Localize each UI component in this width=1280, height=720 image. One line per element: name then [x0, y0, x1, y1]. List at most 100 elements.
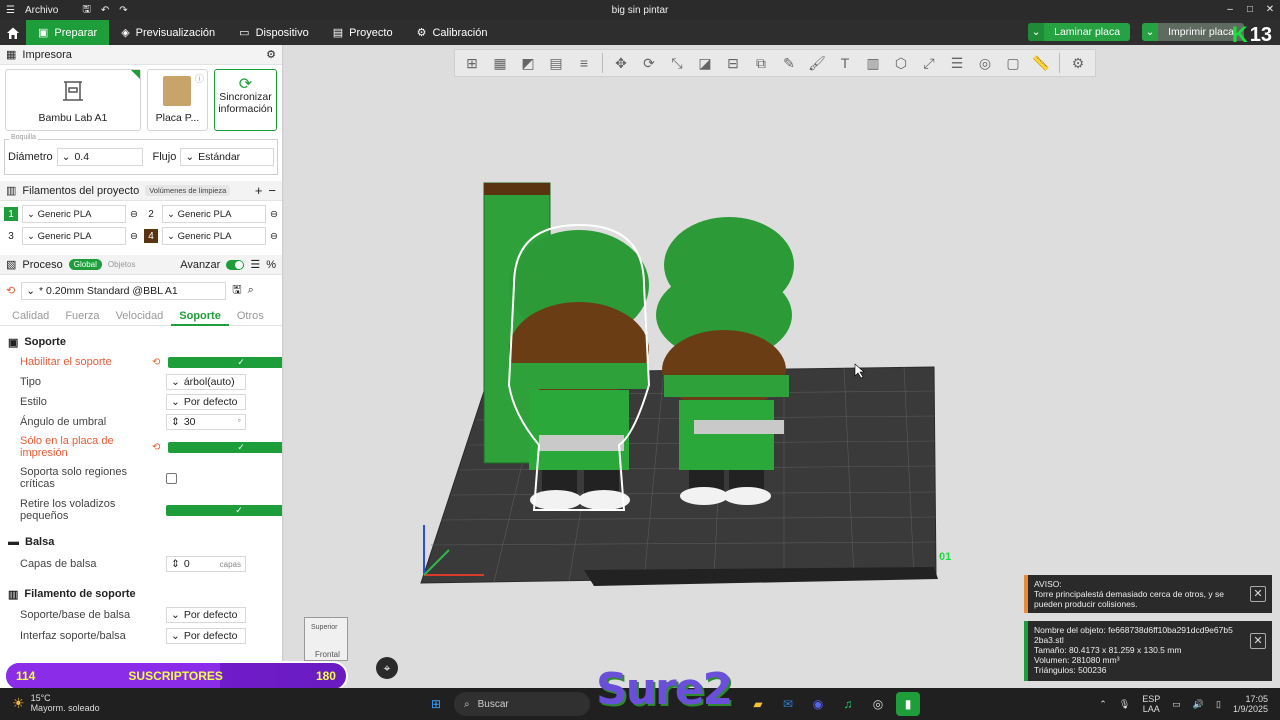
reset-icon[interactable]: ⟲ [152, 357, 164, 368]
window-title: big sin pintar [611, 4, 669, 16]
advanced-switch[interactable] [226, 259, 245, 270]
outlook-icon[interactable]: ✉ [776, 692, 800, 716]
figure-selected[interactable] [507, 223, 651, 511]
chevron-down-icon[interactable]: ⌄ [1142, 23, 1159, 41]
chevron-down-icon: ⌄ [61, 151, 71, 163]
3d-viewport[interactable]: ⊞ ▦ ◩ ▤ ≡ ✥ ⟳ ⤡ ◪ ⊟ ⧉ ✎ 🖌 T ▥ ⬡ ⤢ ☰ ◎ ▢ … [284, 45, 1280, 688]
tab-dispositivo[interactable]: ▭ Dispositivo [227, 20, 321, 45]
save-icon[interactable]: 🖫 [82, 2, 91, 19]
tab-proyecto[interactable]: ▤ Proyecto [321, 20, 405, 45]
support-group-header: ▣ Soporte [8, 336, 66, 349]
print-plate-button[interactable]: ⌄ Imprimir placa [1142, 23, 1244, 41]
maximize-icon[interactable]: □ [1240, 0, 1260, 20]
support-base-row: Soporte/base de balsa ⌄ Por defecto [0, 604, 282, 626]
save-profile-icon[interactable]: 🖫 [232, 281, 241, 300]
chevron-down-icon[interactable]: ⌄ [1028, 23, 1045, 41]
add-filament-icon[interactable]: + [255, 183, 263, 198]
filament-select[interactable]: ⌄ Generic PLA [162, 205, 267, 223]
filament-slot-4[interactable]: 4 ⌄ Generic PLA ⊖ [144, 227, 278, 245]
bambu-studio-icon[interactable]: ▮ [896, 692, 920, 716]
weather-widget[interactable]: ☀ 15°C Mayorm. soleado [12, 693, 100, 713]
filament-settings-icon[interactable]: ⊖ [270, 231, 278, 242]
network-icon[interactable]: ▭ [1172, 699, 1181, 709]
remove-overhangs-checkbox[interactable]: ✓ [166, 504, 282, 516]
plate-type-card[interactable]: ⓘ Placa P... [146, 69, 208, 131]
subscribers-label: SUSCRIPTORES [128, 669, 223, 683]
tab-preparar[interactable]: ▣ Preparar [26, 20, 110, 45]
nozzle-group-label: Boquilla [9, 134, 38, 141]
purge-volumes-button[interactable]: Volúmenes de limpieza [145, 185, 231, 196]
view-cube[interactable]: Superior Frontal [304, 617, 348, 661]
raft-layers-stepper[interactable]: ⇕ 0 capas [166, 556, 246, 572]
filament-settings-icon[interactable]: ⊖ [130, 209, 138, 220]
support-style-select[interactable]: ⌄ Por defecto [166, 394, 246, 410]
remove-filament-icon[interactable]: − [268, 183, 276, 198]
obs-icon[interactable]: ◎ [866, 692, 890, 716]
chevron-up-icon[interactable]: ⌃ [1099, 699, 1107, 709]
discord-icon[interactable]: ◉ [806, 692, 830, 716]
support-interface-select[interactable]: ⌄ Por defecto [166, 628, 246, 644]
search-icon[interactable]: ⌕ [248, 284, 254, 297]
volume-icon[interactable]: 🔊 [1193, 699, 1204, 709]
support-base-select[interactable]: ⌄ Por defecto [166, 607, 246, 623]
critical-regions-checkbox[interactable] [166, 472, 177, 484]
flow-select[interactable]: ⌄ Estándar [180, 148, 274, 166]
clock[interactable]: 17:05 1/9/2025 [1233, 694, 1268, 714]
close-icon[interactable]: ✕ [1260, 0, 1280, 20]
spotify-icon[interactable]: ♫ [836, 692, 860, 716]
on-buildplate-checkbox[interactable]: ✓ [168, 441, 282, 453]
filament-settings-icon[interactable]: ⊖ [130, 231, 138, 242]
printer-model-card[interactable]: Bambu Lab A1 [5, 69, 141, 131]
hamburger-menu-icon[interactable]: ☰ [6, 5, 15, 16]
filament-icon: ▥ [6, 185, 17, 197]
filament-number: 1 [4, 207, 18, 221]
reset-profile-icon[interactable]: ⟲ [6, 284, 15, 297]
tab-velocidad[interactable]: Velocidad [108, 306, 172, 326]
close-info-icon[interactable]: ✕ [1250, 633, 1266, 649]
filament-settings-icon[interactable]: ⊖ [270, 209, 278, 220]
tab-calidad[interactable]: Calidad [4, 306, 57, 326]
view-top-label[interactable]: Superior [311, 624, 337, 631]
percent-icon[interactable]: % [266, 259, 276, 271]
close-warning-icon[interactable]: ✕ [1250, 586, 1266, 602]
camera-reset-icon[interactable]: ⌖ [376, 657, 398, 679]
filament-select[interactable]: ⌄ Generic PLA [22, 205, 127, 223]
tab-fuerza[interactable]: Fuerza [57, 306, 107, 326]
warning-color-bar [1024, 575, 1028, 613]
taskbar-search[interactable]: ⌕ Buscar [454, 692, 590, 716]
redo-icon[interactable]: ↷ [119, 5, 127, 16]
process-profile-select[interactable]: ⌄ * 0.20mm Standard @BBL A1 [21, 281, 227, 300]
undo-icon[interactable]: ↶ [101, 5, 109, 16]
slice-plate-button[interactable]: ⌄ Laminar placa [1028, 23, 1131, 41]
list-icon[interactable]: ☰ [250, 258, 260, 271]
filament-slot-2[interactable]: 2 ⌄ Generic PLA ⊖ [144, 205, 278, 223]
gear-icon[interactable]: ⚙ [266, 48, 276, 61]
enable-support-checkbox[interactable]: ✓ [168, 356, 282, 368]
file-menu[interactable]: Archivo [25, 5, 58, 16]
minimize-icon[interactable]: – [1220, 0, 1240, 20]
language-indicator[interactable]: ESP LAA [1142, 694, 1160, 714]
filament-slot-3[interactable]: 3 ⌄ Generic PLA ⊖ [4, 227, 138, 245]
filament-slot-1[interactable]: 1 ⌄ Generic PLA ⊖ [4, 205, 138, 223]
filament-select[interactable]: ⌄ Generic PLA [22, 227, 127, 245]
global-toggle[interactable]: Global [68, 259, 102, 270]
raft-group-icon: ▬ [8, 536, 19, 548]
filament-select[interactable]: ⌄ Generic PLA [162, 227, 267, 245]
support-group-icon: ▣ [8, 336, 19, 349]
home-icon[interactable] [0, 20, 26, 45]
sync-info-button[interactable]: ⟳ Sincronizar información [213, 69, 277, 131]
microphone-icon[interactable]: 🎙 [1119, 699, 1130, 709]
support-type-select[interactable]: ⌄ árbol(auto) [166, 374, 246, 390]
battery-icon[interactable]: ▯ [1216, 699, 1221, 709]
file-explorer-icon[interactable]: ▰ [746, 692, 770, 716]
tab-previsualizacion[interactable]: ◈ Previsualización [109, 20, 227, 45]
tab-calibracion[interactable]: ⚙ Calibración [405, 20, 500, 45]
tab-otros[interactable]: Otros [229, 306, 272, 326]
reset-icon[interactable]: ⟲ [152, 442, 164, 453]
diameter-select[interactable]: ⌄ 0.4 [56, 148, 143, 166]
windows-start-icon[interactable]: ⊞ [424, 692, 448, 716]
threshold-angle-stepper[interactable]: ⇕ 30 ° [166, 414, 246, 430]
tab-soporte[interactable]: Soporte [171, 306, 229, 326]
view-front-label[interactable]: Frontal [315, 650, 340, 659]
objects-toggle[interactable]: Objetos [108, 260, 136, 269]
